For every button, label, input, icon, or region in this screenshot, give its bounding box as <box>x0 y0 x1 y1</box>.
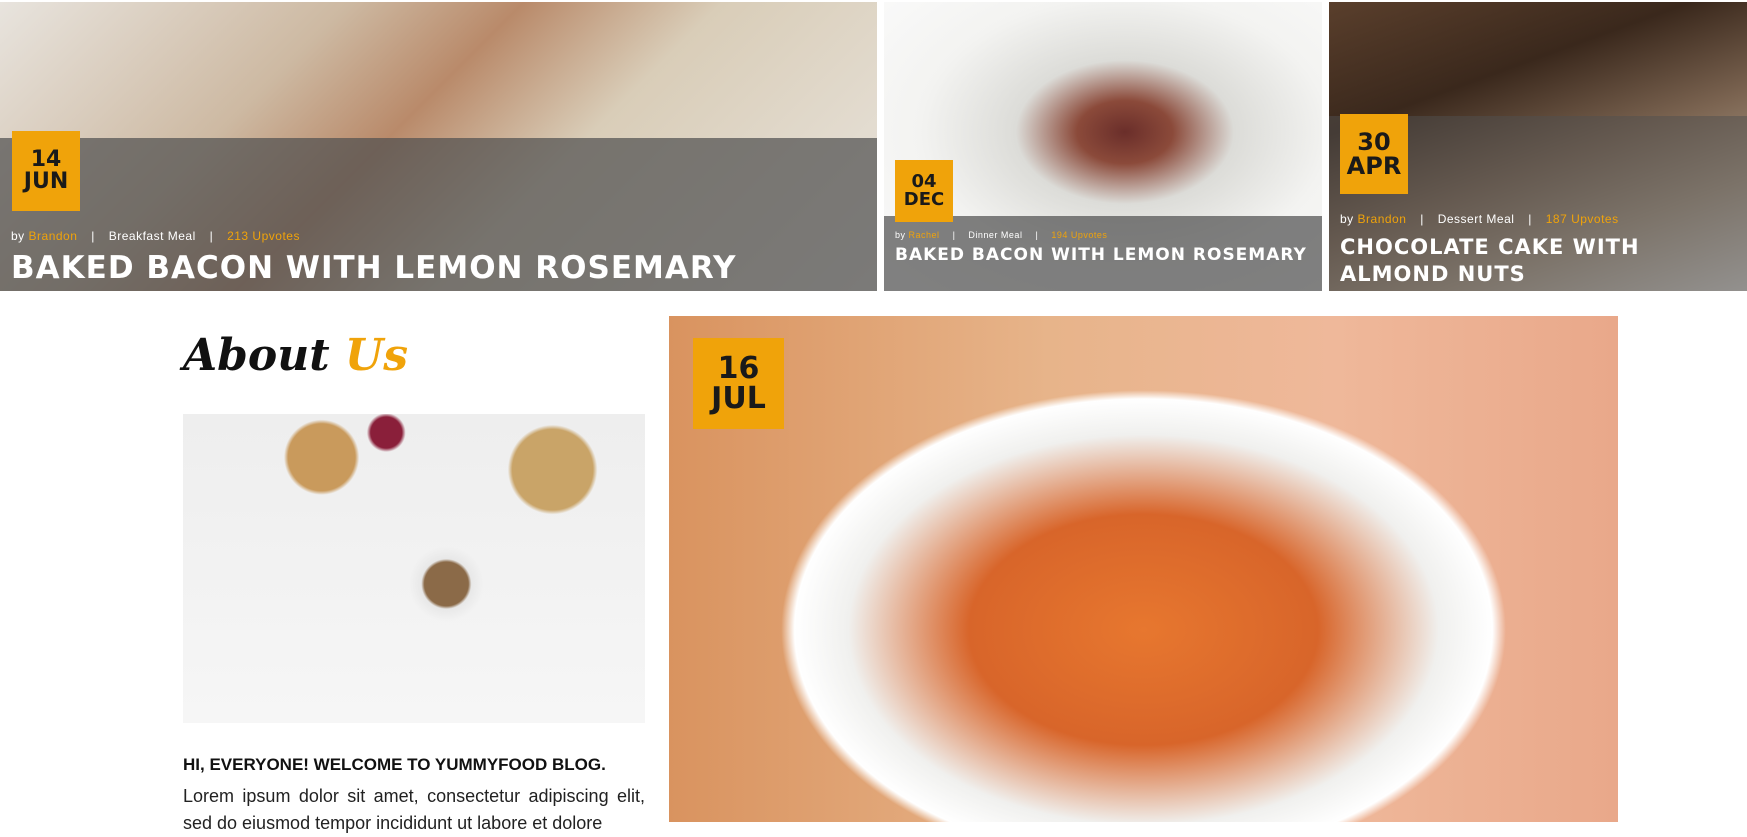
post-meta: by Rachel | Dinner Meal | 194 Upvotes <box>895 230 1107 240</box>
post-card-bacon-breakfast[interactable]: 14 JUN by Brandon | Breakfast Meal | 213… <box>0 2 877 291</box>
featured-image <box>669 316 1618 822</box>
author-link[interactable]: Brandon <box>1358 212 1407 226</box>
post-title[interactable]: CHOCOLATE CAKE WITH ALMOND NUTS <box>1340 234 1747 289</box>
post-card-bacon-dinner[interactable]: 04 DEC by Rachel | Dinner Meal | 194 Upv… <box>884 2 1322 291</box>
by-label: by <box>11 229 25 243</box>
date-month: JUN <box>23 169 69 194</box>
meta-separator: | <box>1420 212 1424 226</box>
meta-separator: | <box>209 229 214 243</box>
date-month: JUL <box>711 380 766 416</box>
upvotes-count: 213 Upvotes <box>227 229 300 243</box>
about-heading-main: About <box>183 330 330 381</box>
post-meta: by Brandon | Breakfast Meal | 213 Upvote… <box>11 229 300 243</box>
post-card-chocolate-cake[interactable]: 30 APR by Brandon | Dessert Meal | 187 U… <box>1329 2 1747 291</box>
post-title[interactable]: BAKED BACON WITH LEMON ROSEMARY <box>895 246 1307 265</box>
date-badge: 16 JUL <box>693 338 784 429</box>
date-day: 30 <box>1357 128 1391 156</box>
about-subtitle: HI, EVERYONE! WELCOME TO YUMMYFOOD BLOG. <box>183 755 606 774</box>
about-heading: About Us <box>183 330 408 381</box>
about-image <box>183 414 645 723</box>
by-label: by <box>895 230 906 240</box>
about-body-text: Lorem ipsum dolor sit amet, consectetur … <box>183 786 645 833</box>
meta-separator: | <box>952 230 956 240</box>
upvotes-count: 187 Upvotes <box>1545 212 1619 226</box>
category-link[interactable]: Breakfast Meal <box>109 229 196 243</box>
date-day: 16 <box>717 350 760 386</box>
author-link[interactable]: Rachel <box>909 230 940 240</box>
post-title[interactable]: BAKED BACON WITH LEMON ROSEMARY <box>11 252 736 285</box>
meta-separator: | <box>91 229 95 243</box>
date-month: APR <box>1346 152 1402 180</box>
meta-separator: | <box>1035 230 1039 240</box>
featured-post-card[interactable]: 16 JUL <box>669 316 1618 822</box>
upvotes-count: 194 Upvotes <box>1051 230 1108 240</box>
about-heading-accent: Us <box>344 330 409 381</box>
category-link[interactable]: Dinner Meal <box>968 230 1022 240</box>
category-link[interactable]: Dessert Meal <box>1438 212 1515 226</box>
by-label: by <box>1340 212 1354 226</box>
date-badge: 30 APR <box>1340 114 1408 194</box>
meta-separator: | <box>1528 212 1532 226</box>
date-badge: 04 DEC <box>895 160 953 222</box>
author-link[interactable]: Brandon <box>29 229 78 243</box>
date-day: 14 <box>30 147 62 172</box>
date-month: DEC <box>903 189 945 210</box>
date-badge: 14 JUN <box>12 131 80 211</box>
post-meta: by Brandon | Dessert Meal | 187 Upvotes <box>1340 212 1619 226</box>
